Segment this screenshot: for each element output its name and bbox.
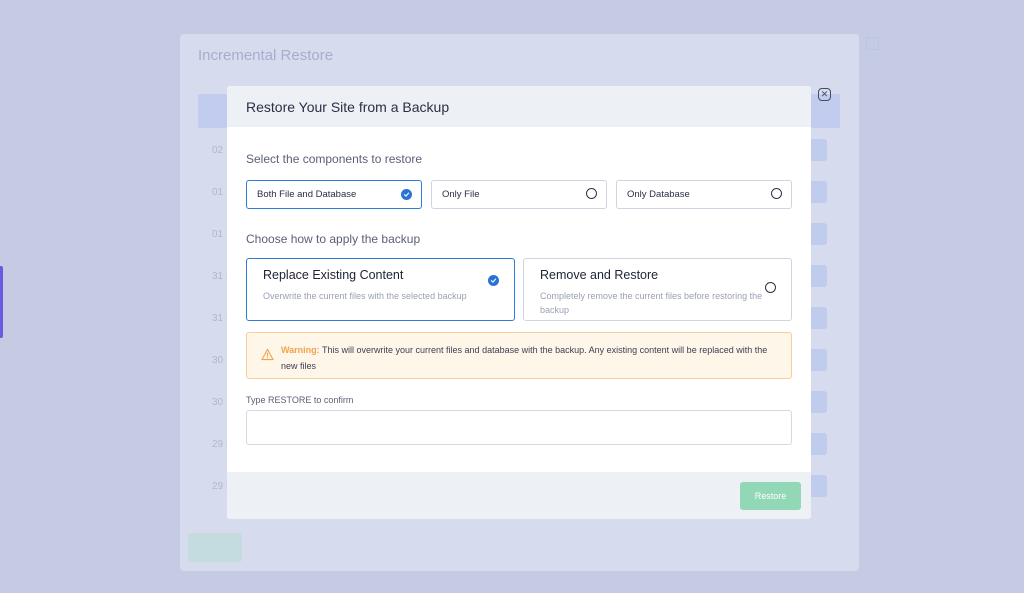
apply-method-label: Choose how to apply the backup	[246, 232, 421, 246]
background-close-icon	[866, 37, 879, 50]
check-circle-icon	[488, 275, 499, 286]
option-only-file-label: Only File	[442, 189, 480, 200]
background-row-date: 01	[212, 229, 224, 240]
radio-circle-icon	[765, 282, 776, 293]
replace-title: Replace Existing Content	[263, 268, 404, 282]
replace-description: Overwrite the current files with the sel…	[263, 291, 467, 301]
background-close-button	[188, 533, 242, 562]
warning-box: Warning: This will overwrite your curren…	[246, 332, 792, 379]
components-label: Select the components to restore	[246, 152, 423, 166]
left-accent-bar	[0, 266, 3, 338]
background-page-title: Incremental Restore	[198, 47, 334, 64]
confirm-label: Type RESTORE to confirm	[246, 395, 354, 405]
restore-button[interactable]: Restore	[740, 482, 801, 510]
remove-restore-description: Completely remove the current files befo…	[540, 291, 763, 315]
warning-triangle-icon	[261, 348, 274, 361]
close-icon[interactable]: ✕	[818, 88, 831, 101]
radio-circle-icon	[771, 188, 782, 199]
background-row-date: 02	[212, 145, 224, 156]
background-row-date: 01	[212, 187, 224, 198]
option-both-file-database-label: Both File and Database	[257, 189, 357, 200]
option-both-file-database[interactable]: Both File and Database	[246, 180, 422, 209]
option-remove-and-restore[interactable]: Remove and Restore Completely remove the…	[523, 258, 792, 321]
remove-restore-title: Remove and Restore	[540, 268, 659, 282]
modal-title: Restore Your Site from a Backup	[246, 98, 450, 115]
modal-header: Restore Your Site from a Backup	[227, 86, 811, 127]
check-circle-icon	[401, 189, 412, 200]
warning-text: This will overwrite your current files a…	[281, 345, 768, 371]
background-row-date: 30	[212, 355, 224, 366]
restore-modal: Restore Your Site from a Backup Select t…	[227, 86, 811, 519]
option-only-database[interactable]: Only Database	[616, 180, 792, 209]
background-row-date: 30	[212, 397, 224, 408]
option-only-database-label: Only Database	[627, 189, 690, 200]
radio-circle-icon	[586, 188, 597, 199]
option-only-file[interactable]: Only File	[431, 180, 607, 209]
modal-footer: Restore	[227, 472, 811, 519]
warning-label: Warning:	[281, 345, 320, 355]
option-replace-existing-content[interactable]: Replace Existing Content Overwrite the c…	[246, 258, 515, 321]
confirm-input[interactable]	[246, 410, 792, 445]
